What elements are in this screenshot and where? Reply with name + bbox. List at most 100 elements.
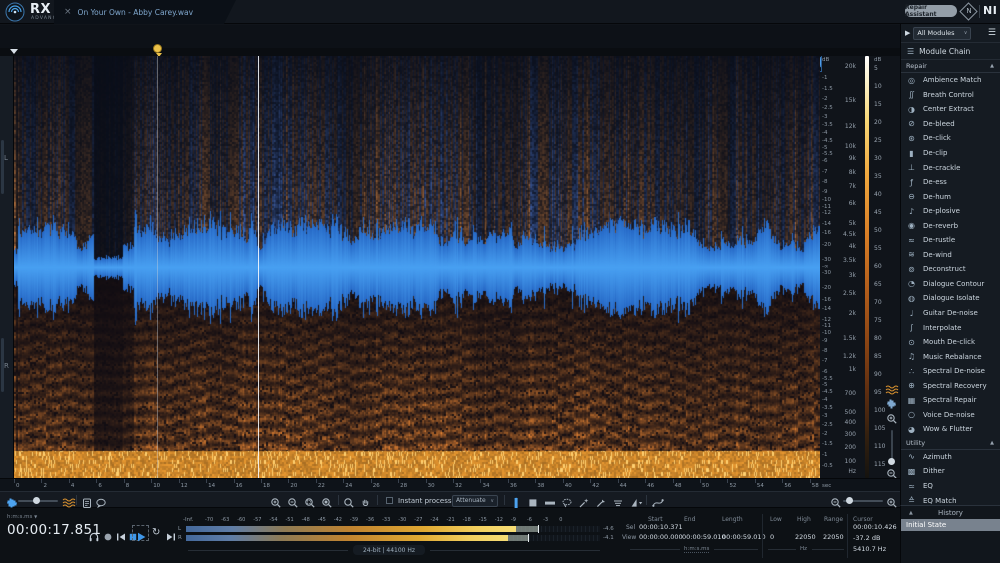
zoom-fit-icon[interactable] [321,494,333,506]
time-unit-label[interactable]: h:m:s.ms [684,546,709,553]
zoom-out-icon[interactable] [287,494,299,506]
module-chain-item[interactable]: ☰ Module Chain [901,43,1000,60]
zoom-tool-icon[interactable] [343,494,355,506]
view-end-value[interactable]: 00:00:59.010 [682,533,726,541]
tab-close-icon[interactable]: × [64,8,72,17]
h-zoom-in-icon[interactable] [886,494,898,506]
zoom-to-selection-icon[interactable] [304,494,316,506]
module-item[interactable]: ◎Ambience Match [901,73,1000,88]
module-item[interactable]: ∿Azimuth [901,450,1000,465]
module-item[interactable]: ⊚Deconstruct [901,262,1000,277]
time-selection-tool[interactable] [510,494,522,506]
module-item[interactable]: ◍Dialogue Isolate [901,291,1000,306]
spectrogram-canvas[interactable] [14,56,820,478]
waveform-view-icon[interactable] [6,494,18,506]
colorbar-tick: 75 [874,318,882,324]
channel-strip[interactable]: L R [0,56,14,478]
time-format-label[interactable]: h:m:s.ms ▼ [7,514,37,520]
module-item[interactable]: ⊥De-crackle [901,160,1000,175]
collapse-icon[interactable]: ▲ [909,510,913,516]
module-item[interactable]: ∫Interpolate [901,320,1000,335]
module-item[interactable]: ≙EQ Match [901,493,1000,505]
hand-tool-icon[interactable] [360,494,372,506]
repair-assistant-button[interactable]: Repair Assistant [905,5,957,17]
loop-start-marker[interactable] [10,49,18,54]
h-zoom-handle[interactable] [846,497,853,504]
module-label: De-clip [923,149,947,157]
freq-range-value[interactable]: 22050 [823,533,844,541]
time-ruler[interactable]: 0246810121416182022242628303234363840424… [0,478,900,491]
freq-tick: 10k [838,144,856,150]
frequency-selection-tool[interactable] [544,494,556,506]
lasso-selection-tool[interactable] [561,494,573,506]
module-icon: ⊥ [906,163,917,172]
panel-menu-icon[interactable]: ☰ [988,29,996,38]
monitor-icon[interactable] [88,528,100,540]
module-item[interactable]: ◉De-reverb [901,218,1000,233]
module-item[interactable]: ◑Center Extract [901,102,1000,117]
module-item[interactable]: ◔Dialogue Contour [901,277,1000,292]
file-tab[interactable]: × On Your Own - Abby Carey.wav [54,0,236,24]
zoom-in-vertical-icon[interactable] [886,413,898,425]
channel-grip[interactable] [1,140,4,194]
module-item[interactable]: ○Voice De-noise [901,408,1000,423]
loop-button[interactable]: ↻ [152,527,164,539]
instant-process-checkbox[interactable] [386,497,393,504]
preview-play-icon[interactable]: ▶ [905,29,910,37]
waveform-blend-icon[interactable] [886,399,898,409]
play-button[interactable] [135,528,147,540]
module-item[interactable]: ≃EQ [901,479,1000,494]
history-header[interactable]: ▲ History [901,506,1000,519]
time-frequency-selection-tool[interactable] [527,494,539,506]
vertical-zoom-handle[interactable] [888,458,895,465]
draw-curve-tool[interactable] [652,494,664,506]
go-to-start-button[interactable] [115,528,127,540]
module-item[interactable]: ⊘De-bleed [901,117,1000,132]
brush-tool[interactable] [612,494,624,506]
wand-adjust-tool[interactable] [595,494,607,506]
comment-icon[interactable] [95,494,107,506]
module-item[interactable]: ▦Spectral Repair [901,393,1000,408]
module-item[interactable]: ∬Breath Control [901,88,1000,103]
cursor-pin-marker[interactable] [153,44,162,53]
history-item[interactable]: Initial State [901,519,1000,531]
blend-slider-handle[interactable] [33,497,40,504]
module-item[interactable]: ∴Spectral De-noise [901,364,1000,379]
module-item[interactable]: ⊛De-click [901,131,1000,146]
spectrogram-colorbar[interactable] [865,56,869,478]
plugin-badge-icon[interactable]: N [959,2,977,20]
record-button[interactable] [102,528,114,540]
magic-wand-tool[interactable] [578,494,590,506]
h-zoom-out-icon[interactable] [830,494,842,506]
module-item[interactable]: ▮De-clip [901,146,1000,161]
module-item[interactable]: ƒDe-ess [901,175,1000,190]
meter-scale-tick: -27 [414,517,422,523]
module-item[interactable]: ♫Music Rebalance [901,349,1000,364]
marker-lane[interactable] [0,48,1000,56]
feather-tool[interactable] [629,494,641,506]
module-item[interactable]: ⊕Spectral Recovery [901,378,1000,393]
module-item[interactable]: ◕Wow & Flutter [901,422,1000,437]
clipboard-icon[interactable] [81,494,93,506]
zoom-in-icon[interactable] [270,494,282,506]
spectrogram-blend-icon[interactable] [885,385,899,395]
module-item[interactable]: ⊖De-hum [901,189,1000,204]
module-item[interactable]: ♩Guitar De-noise [901,306,1000,321]
go-to-end-button[interactable] [165,528,177,540]
module-chain-label: Module Chain [919,47,970,56]
view-length-value[interactable]: 00:00:59.010 [722,533,766,541]
view-start-value[interactable]: 00:00:00.000 [639,533,683,541]
spectrogram-view-icon[interactable] [62,494,74,506]
sel-start-value[interactable]: 00:00:10.371 [639,523,683,531]
module-item[interactable]: ▩Dither [901,464,1000,479]
freq-low-value[interactable]: 0 [770,533,774,541]
module-filter-dropdown[interactable]: All Modules ∨ [913,27,971,40]
section-header-utility[interactable]: Utility▲ [901,437,1000,450]
module-item[interactable]: ♪De-plosive [901,204,1000,219]
module-item[interactable]: ≋De-wind [901,248,1000,263]
module-item[interactable]: ≈De-rustle [901,233,1000,248]
module-item[interactable]: ⊙Mouth De-click [901,335,1000,350]
process-mode-select[interactable]: Attenuate ∨ [452,495,498,507]
freq-high-value[interactable]: 22050 [795,533,816,541]
section-header-repair[interactable]: Repair▲ [901,60,1000,73]
